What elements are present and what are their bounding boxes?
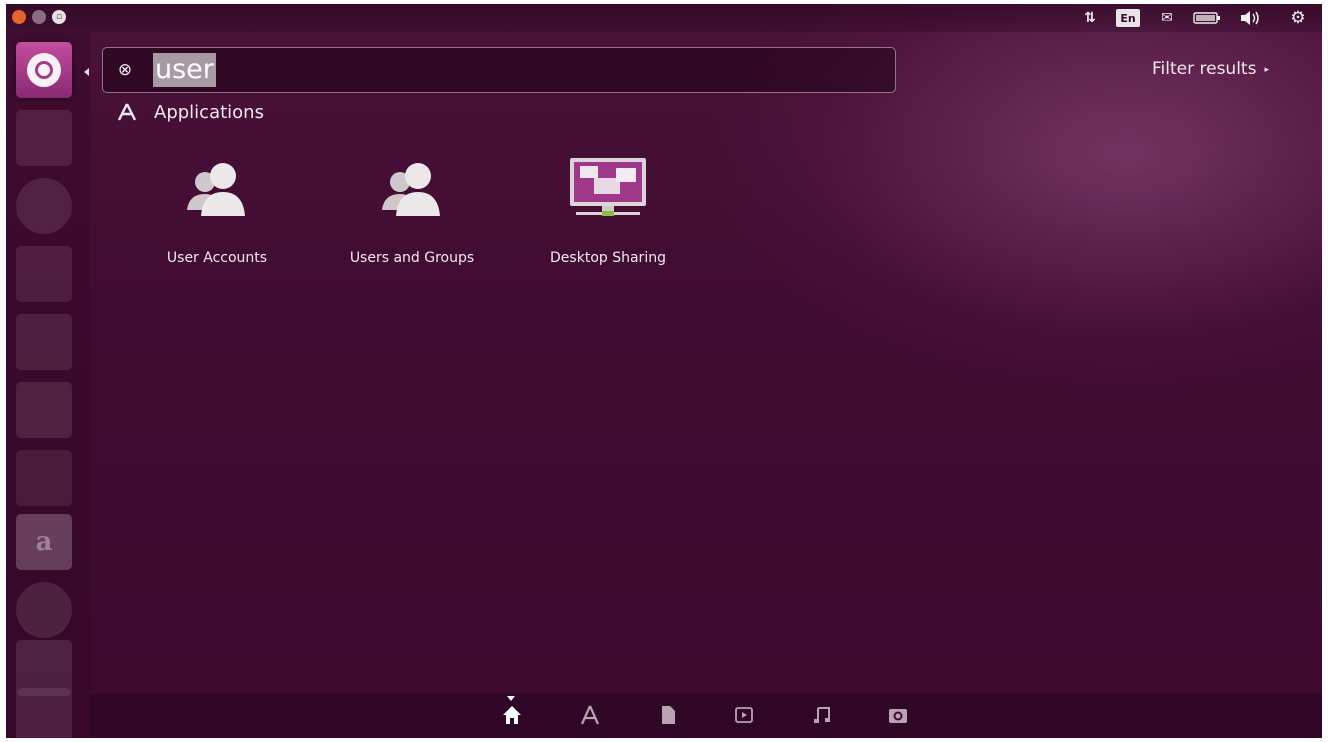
house-shape: [503, 706, 521, 724]
speaker-shape: [1241, 11, 1259, 25]
app-a-shape: [580, 705, 600, 725]
category-header[interactable]: Applications: [116, 102, 264, 123]
lens-bar: [90, 694, 1322, 738]
app-label: User Accounts: [166, 250, 268, 266]
close-window-button[interactable]: [12, 10, 26, 24]
mail-icon[interactable]: ✉: [1154, 8, 1180, 28]
music-shape: [814, 707, 830, 723]
video-lens-icon[interactable]: [732, 704, 756, 728]
files-lens-icon[interactable]: [656, 704, 680, 728]
chevron-right-icon: ▸: [1264, 65, 1269, 75]
category-title: Applications: [154, 102, 264, 123]
writer-icon[interactable]: [16, 246, 72, 302]
desktop-sharing-icon: [568, 156, 648, 226]
minimize-window-button[interactable]: [32, 10, 46, 24]
applications-category-icon: [116, 102, 138, 123]
trash-icon[interactable]: [16, 688, 72, 738]
calc-icon[interactable]: [16, 314, 72, 370]
music-lens-icon[interactable]: [810, 704, 834, 728]
network-icon[interactable]: ⇅: [1078, 8, 1102, 28]
amazon-icon[interactable]: a: [16, 514, 72, 570]
users-shape: [382, 163, 440, 216]
maximize-window-button[interactable]: ▫: [52, 10, 66, 24]
users-icon: [177, 156, 257, 226]
impress-icon[interactable]: [16, 382, 72, 438]
top-panel: ▫ ⇅ En ✉ ⚙: [6, 4, 1322, 32]
clear-search-icon[interactable]: ⊗: [115, 60, 135, 80]
keyboard-layout-indicator[interactable]: En: [1116, 9, 1140, 27]
app-a-shape: [117, 102, 137, 121]
monitor-shape: [570, 158, 646, 216]
photo-lens-icon[interactable]: [886, 704, 910, 728]
app-label: Users and Groups: [349, 250, 475, 266]
search-input[interactable]: user: [153, 53, 216, 87]
ubuntu-logo-icon: [27, 53, 61, 87]
system-settings-icon[interactable]: [16, 582, 72, 638]
users-shape: [187, 163, 245, 216]
app-user-accounts[interactable]: User Accounts: [132, 156, 302, 266]
app-desktop-sharing[interactable]: Desktop Sharing: [523, 156, 693, 266]
search-field[interactable]: ⊗ user: [102, 47, 896, 93]
active-indicator-arrow: [84, 68, 89, 76]
firefox-icon[interactable]: [16, 178, 72, 234]
camera-shape: [889, 709, 907, 723]
app-label: Desktop Sharing: [550, 250, 666, 266]
software-center-icon[interactable]: [16, 450, 72, 506]
files-icon[interactable]: [16, 110, 72, 166]
app-users-and-groups[interactable]: Users and Groups: [327, 156, 497, 266]
battery-icon[interactable]: [1192, 8, 1222, 28]
active-lens-indicator: [507, 696, 515, 701]
battery-shape: [1193, 12, 1220, 24]
filter-results-label: Filter results: [1152, 59, 1257, 79]
dash-home-icon[interactable]: [16, 42, 72, 98]
home-lens-icon[interactable]: [500, 704, 524, 728]
launcher: a: [6, 32, 90, 738]
video-shape: [735, 707, 753, 723]
filter-results-button[interactable]: Filter results ▸: [1152, 59, 1269, 79]
file-shape: [662, 706, 675, 724]
desktop-screen: ▫ ⇅ En ✉ ⚙ a ⊗ user Filter results ▸ App…: [6, 4, 1322, 738]
applications-lens-icon[interactable]: [578, 704, 602, 728]
volume-icon[interactable]: [1238, 8, 1264, 28]
settings-gear-icon[interactable]: ⚙: [1286, 8, 1310, 28]
users-icon: [372, 156, 452, 226]
